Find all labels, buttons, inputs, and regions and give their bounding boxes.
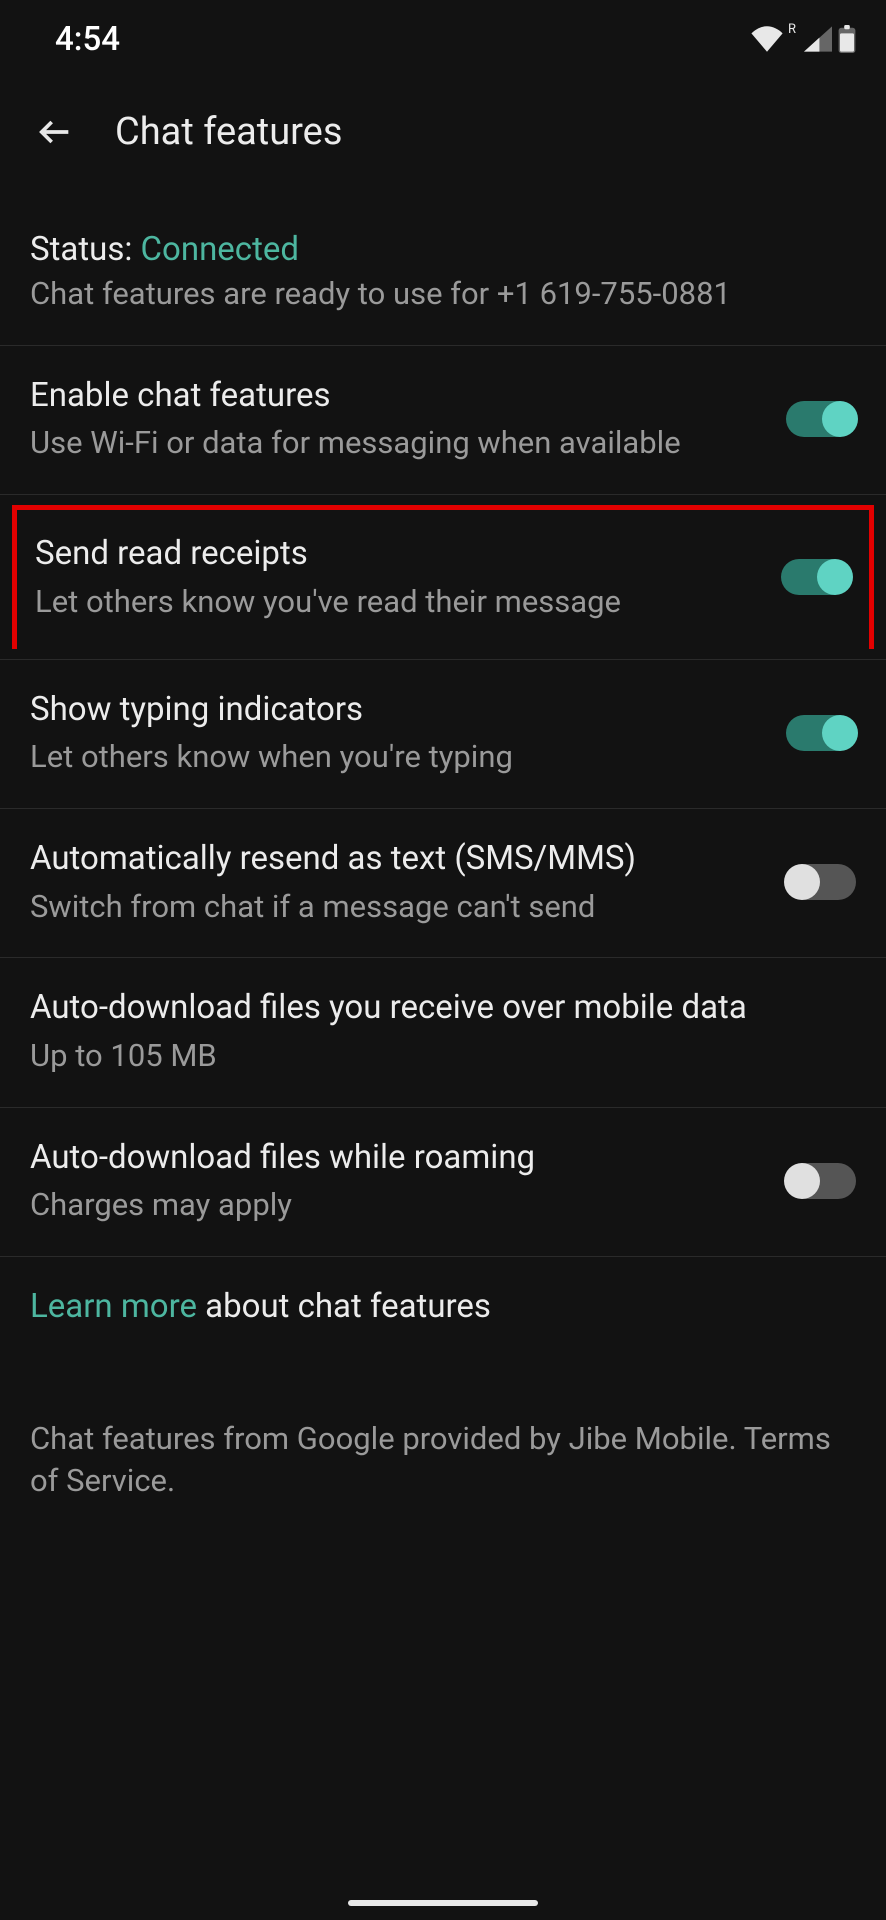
nav-handle[interactable] bbox=[348, 1900, 538, 1906]
provider-text: Chat features from Google provided by Ji… bbox=[0, 1358, 886, 1502]
setting-auto-download-mobile[interactable]: Auto-download files you receive over mob… bbox=[0, 958, 886, 1107]
learn-more-section: Learn more about chat features bbox=[0, 1257, 886, 1358]
setting-typing-indicators[interactable]: Show typing indicators Let others know w… bbox=[0, 660, 886, 809]
setting-auto-resend[interactable]: Automatically resend as text (SMS/MMS) S… bbox=[0, 809, 886, 958]
toggle-enable-chat[interactable] bbox=[786, 401, 856, 437]
back-button[interactable] bbox=[35, 112, 75, 152]
setting-sub: Up to 105 MB bbox=[30, 1035, 856, 1077]
learn-more-suffix: about chat features bbox=[197, 1287, 491, 1326]
setting-title: Show typing indicators bbox=[30, 688, 766, 733]
toggle-auto-download-roaming[interactable] bbox=[786, 1163, 856, 1199]
setting-title: Send read receipts bbox=[35, 532, 761, 577]
status-value: Connected bbox=[141, 230, 299, 269]
arrow-back-icon bbox=[35, 112, 75, 152]
status-section: Status: Connected Chat features are read… bbox=[0, 194, 886, 346]
setting-sub: Charges may apply bbox=[30, 1184, 766, 1226]
setting-title: Automatically resend as text (SMS/MMS) bbox=[30, 837, 766, 882]
setting-sub: Let others know you've read their messag… bbox=[35, 581, 761, 623]
setting-auto-download-roaming[interactable]: Auto-download files while roaming Charge… bbox=[0, 1108, 886, 1257]
status-icons: R bbox=[750, 25, 856, 53]
status-line: Status: Connected bbox=[30, 230, 856, 269]
toggle-auto-resend[interactable] bbox=[786, 864, 856, 900]
toggle-typing-indicators[interactable] bbox=[786, 715, 856, 751]
setting-title: Auto-download files you receive over mob… bbox=[30, 986, 856, 1031]
roaming-indicator: R bbox=[788, 22, 796, 37]
status-label: Status: bbox=[30, 230, 141, 269]
learn-more-link[interactable]: Learn more bbox=[30, 1287, 197, 1326]
wifi-icon bbox=[750, 26, 784, 52]
status-sub: Chat features are ready to use for +1 61… bbox=[30, 273, 856, 315]
setting-sub: Use Wi-Fi or data for messaging when ava… bbox=[30, 422, 766, 464]
setting-title: Enable chat features bbox=[30, 374, 766, 419]
setting-title: Auto-download files while roaming bbox=[30, 1136, 766, 1181]
status-time: 4:54 bbox=[55, 20, 120, 59]
setting-read-receipts[interactable]: Send read receipts Let others know you'v… bbox=[12, 505, 874, 648]
toggle-read-receipts[interactable] bbox=[781, 559, 851, 595]
page-title: Chat features bbox=[115, 110, 342, 154]
signal-icon bbox=[804, 26, 832, 52]
status-bar: 4:54 R bbox=[0, 0, 886, 70]
setting-enable-chat[interactable]: Enable chat features Use Wi-Fi or data f… bbox=[0, 346, 886, 495]
setting-sub: Switch from chat if a message can't send bbox=[30, 886, 766, 928]
setting-sub: Let others know when you're typing bbox=[30, 736, 766, 778]
app-bar: Chat features bbox=[0, 70, 886, 194]
learn-more-line: Learn more about chat features bbox=[30, 1285, 856, 1330]
battery-icon bbox=[838, 25, 856, 53]
